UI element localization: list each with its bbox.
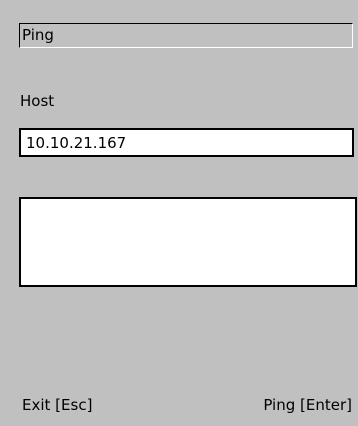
host-input[interactable] <box>19 128 354 157</box>
title-field: Ping <box>19 23 353 48</box>
title-text: Ping <box>22 26 54 44</box>
ping-softkey[interactable]: Ping [Enter] <box>263 396 352 414</box>
host-label: Host <box>20 92 55 110</box>
exit-softkey[interactable]: Exit [Esc] <box>22 396 92 414</box>
ping-output-area <box>19 197 357 287</box>
ping-screen: Ping Host Exit [Esc] Ping [Enter] <box>0 0 358 426</box>
